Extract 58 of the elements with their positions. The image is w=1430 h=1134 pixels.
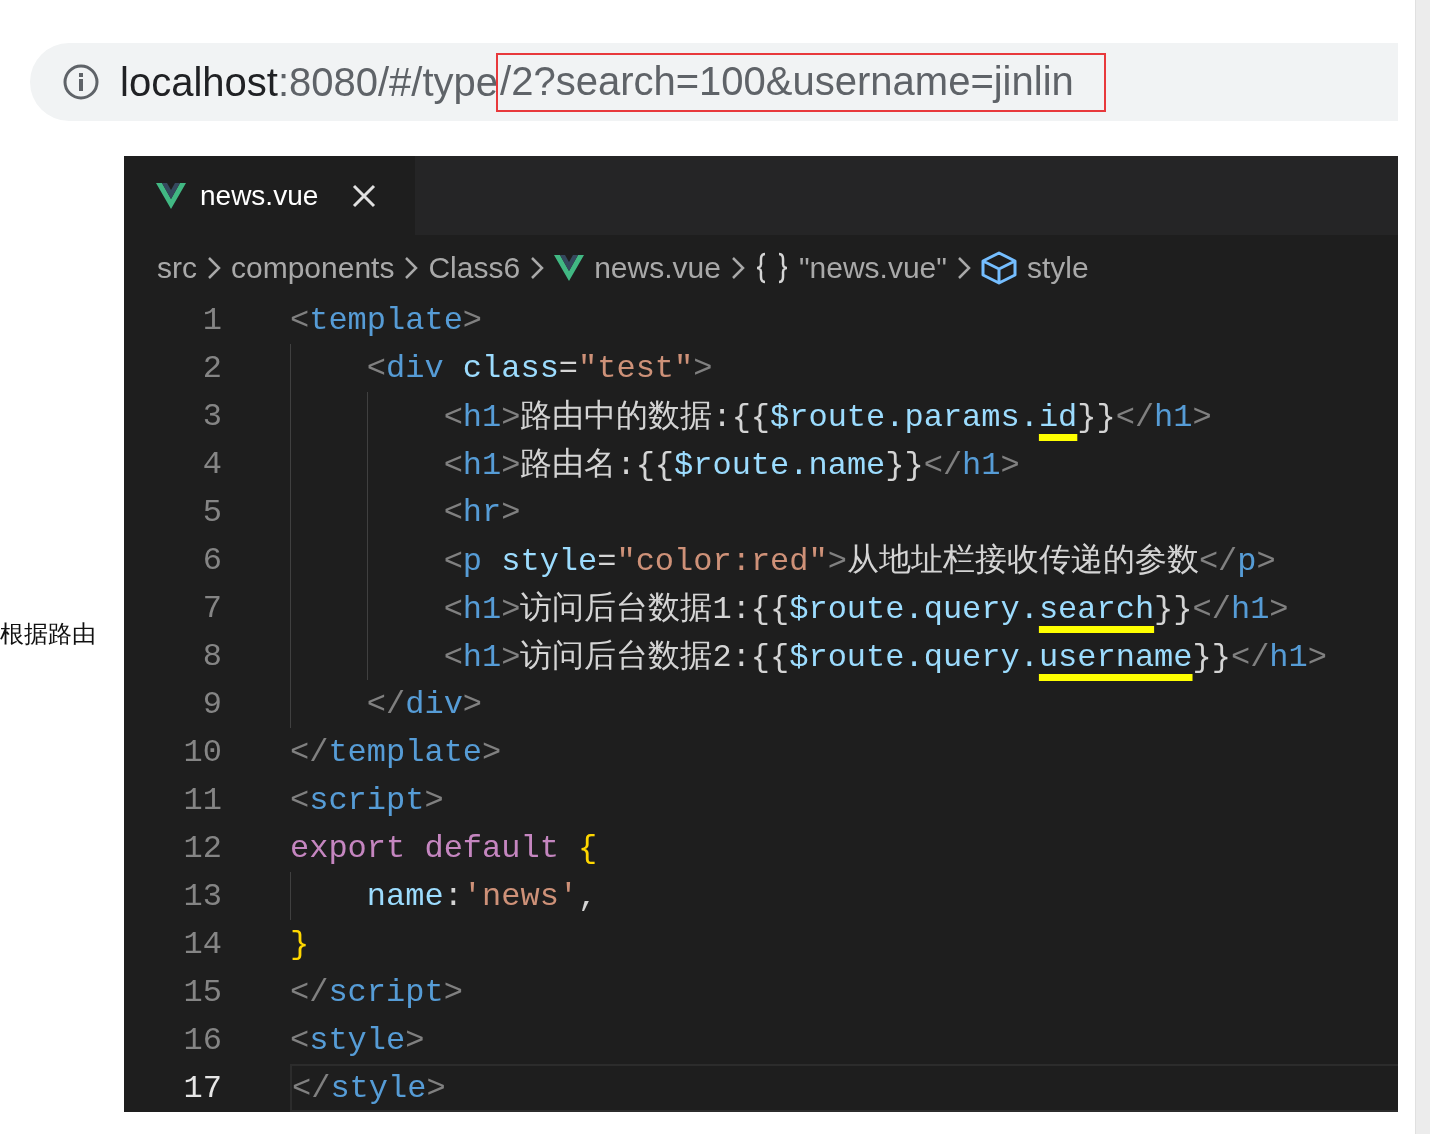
line-number: 15 (182, 973, 222, 1011)
code-line: <p style="color:red">从地址栏接收传递的参数</p> (442, 542, 1276, 582)
cube-icon (980, 250, 1017, 285)
chevron-icon (530, 255, 545, 280)
breadcrumb-item[interactable]: Class6 (428, 250, 521, 285)
code-line: <h1>路由名:{{$route.name}}</h1> (442, 446, 1020, 486)
code-line: <h1>访问后台数据2:{{$route.query.username}}</h1> (442, 638, 1327, 678)
code-line: <style> (290, 1021, 425, 1059)
code-line: <div class="test"> (365, 349, 713, 387)
code-line: <script> (290, 781, 444, 819)
line-number: 10 (182, 733, 222, 771)
code-line: <template> (290, 301, 483, 339)
editor-tab[interactable]: news.vue (124, 156, 415, 235)
line-number: 6 (201, 541, 222, 579)
vue-file-icon (554, 254, 585, 281)
line-number: 9 (201, 685, 222, 723)
chevron-icon (730, 255, 745, 280)
close-icon[interactable] (352, 183, 377, 208)
line-number: 13 (182, 877, 222, 915)
line-number: 12 (182, 829, 222, 867)
braces-icon (754, 251, 789, 284)
line-number: 14 (182, 925, 222, 963)
chevron-icon (404, 255, 419, 280)
url-text: :8080/#/type (277, 59, 499, 105)
address-bar[interactable]: localhost:8080/#/type/2?search=100&username=jinlin (30, 43, 1398, 121)
line-number: 11 (182, 781, 222, 819)
code-line: export default { (290, 829, 598, 867)
line-number: 17 (182, 1069, 222, 1107)
line-number: 3 (201, 397, 222, 435)
code-line: </script> (290, 973, 463, 1011)
vue-file-icon (156, 182, 186, 209)
breadcrumb-item[interactable]: news.vue (594, 250, 721, 285)
breadcrumb-item[interactable]: "news.vue" (798, 250, 947, 285)
highlighted-url-part: /2?search=100&username=jinlin (498, 54, 1104, 110)
breadcrumb-item[interactable]: src (157, 250, 197, 285)
code-line: } (290, 925, 310, 963)
code-line: <hr> (442, 493, 521, 531)
chevron-icon (207, 255, 221, 280)
scrollbar[interactable] (1415, 0, 1430, 1134)
code-line: </template> (290, 733, 502, 771)
info-icon (62, 63, 100, 101)
url-text: localhost (120, 59, 278, 105)
line-number: 7 (201, 589, 222, 627)
code-line: </div> (365, 685, 483, 723)
line-number: 8 (201, 637, 222, 675)
code-line: </style> (292, 1069, 446, 1107)
chevron-icon (956, 255, 971, 280)
breadcrumb-item[interactable]: components (231, 250, 395, 285)
breadcrumb-item[interactable]: style (1026, 250, 1089, 285)
line-number: 2 (201, 349, 222, 387)
code-line: <h1>路由中的数据:{{$route.params.id}}</h1> (442, 398, 1212, 438)
line-number: 4 (201, 445, 222, 483)
line-number: 1 (201, 301, 222, 339)
side-note-text: 根据路由 (0, 619, 97, 650)
line-number: 5 (201, 493, 222, 531)
line-number: 16 (182, 1021, 222, 1059)
code-line: name:'news', (365, 877, 598, 915)
code-line: <h1>访问后台数据1:{{$route.query.search}}</h1> (442, 590, 1289, 630)
